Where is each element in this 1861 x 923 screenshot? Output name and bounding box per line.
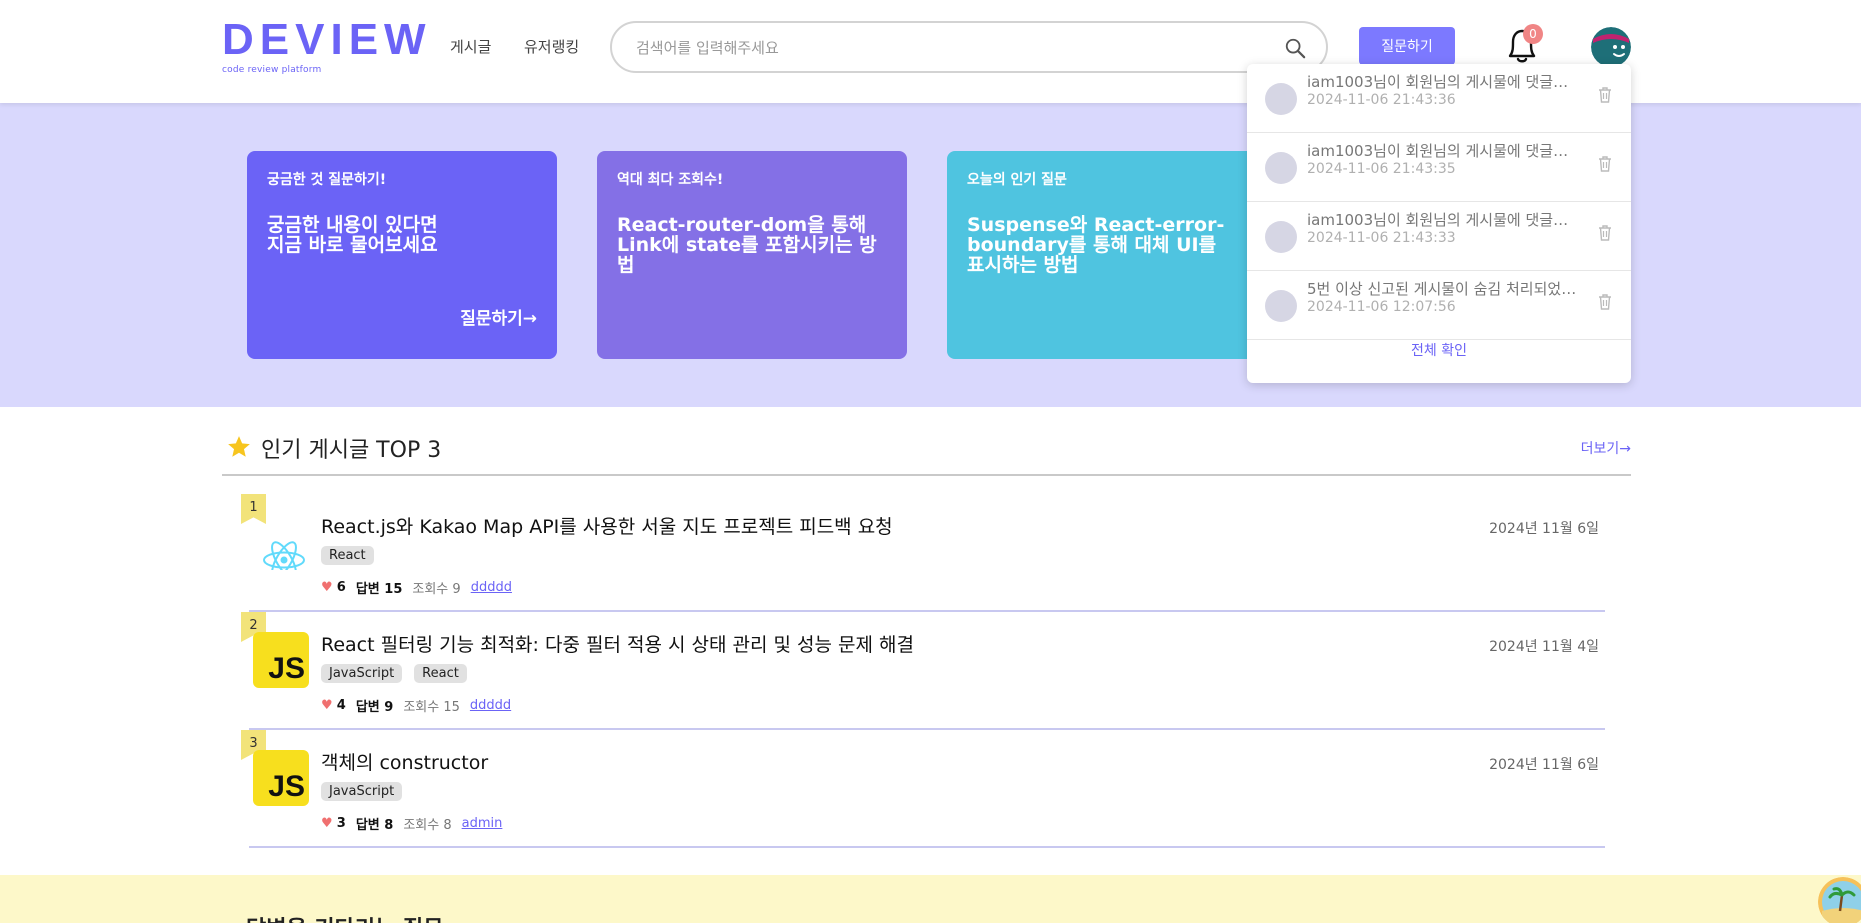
logo[interactable]: DEVIEW code review platform	[222, 15, 432, 76]
javascript-icon: JS	[253, 632, 309, 688]
tag[interactable]: React	[321, 546, 374, 565]
post-title[interactable]: 객체의 constructor	[321, 748, 488, 775]
notification-time: 2024-11-06 21:43:35	[1307, 161, 1456, 177]
notification-time: 2024-11-06 21:43:36	[1307, 92, 1456, 108]
javascript-icon-label: JS	[268, 770, 305, 803]
trash-icon[interactable]	[1597, 155, 1613, 173]
view-all-notifications-link[interactable]: 전체 확인	[1247, 340, 1631, 360]
hero-card-kicker: 역대 최다 조회수!	[617, 172, 724, 188]
post-date: 2024년 11월 6일	[1489, 521, 1599, 537]
author-link[interactable]: ddddd	[470, 698, 511, 713]
notification-item[interactable]: iam1003님이 회원님의 게시물에 댓글을 남겼습니다 2024-11-06…	[1247, 202, 1631, 271]
trash-icon[interactable]	[1597, 293, 1613, 311]
notification-text: iam1003님이 회원님의 게시물에 댓글을 남겼습니다	[1307, 211, 1579, 229]
nav-user-ranking[interactable]: 유저랭킹	[524, 36, 579, 57]
logo-tagline: code review platform	[222, 65, 322, 75]
trash-icon[interactable]	[1597, 86, 1613, 104]
post-title[interactable]: React 필터링 기능 최적화: 다중 필터 적용 시 상태 관리 및 성능 …	[321, 630, 914, 657]
heart-icon: ♥	[321, 816, 333, 831]
view-count: 조회수 9	[412, 582, 461, 597]
popular-section-title: 인기 게시글 TOP 3	[261, 438, 442, 463]
notification-avatar	[1265, 221, 1297, 253]
avatar[interactable]	[1591, 27, 1631, 67]
search-icon[interactable]	[1284, 37, 1306, 59]
notification-avatar	[1265, 290, 1297, 322]
hero-card-ask[interactable]: 궁금한 것 질문하기! 궁금한 내용이 있다면 지금 바로 물어보세요 질문하기…	[247, 151, 557, 359]
post-meta: ♥ 4 답변 9 조회수 15 ddddd	[321, 696, 511, 715]
react-icon	[263, 541, 305, 570]
popular-post-1[interactable]: 1 React.js와 Kakao Map API를 사용한 서울 지도 프로젝…	[241, 494, 1605, 612]
post-date: 2024년 11월 4일	[1489, 639, 1599, 655]
author-link[interactable]: ddddd	[471, 580, 512, 595]
notification-text: iam1003님이 회원님의 게시물에 댓글을 남겼습니다	[1307, 142, 1579, 160]
hero-card-most-viewed[interactable]: 역대 최다 조회수! React-router-dom을 통해 Link에 st…	[597, 151, 907, 359]
hero-card-popular-today[interactable]: 오늘의 인기 질문 Suspense와 React-error-boundary…	[947, 151, 1257, 359]
star-icon	[228, 436, 250, 457]
waiting-questions-title: 답변을 기다리는 질문	[246, 911, 443, 923]
notification-avatar	[1265, 83, 1297, 115]
hero-card-title: Suspense와 React-error-boundary를 통해 대체 UI…	[967, 214, 1225, 276]
post-meta: ♥ 3 답변 8 조회수 8 admin	[321, 814, 502, 833]
tag-list: JavaScript React	[321, 664, 467, 683]
search-input[interactable]	[636, 36, 1256, 60]
tag[interactable]: JavaScript	[321, 782, 403, 801]
waiting-questions-section: 답변을 기다리는 질문	[0, 875, 1861, 923]
answer-count: 답변 8	[355, 818, 394, 833]
popular-section-header: 인기 게시글 TOP 3 더보기→	[222, 432, 1631, 476]
tag-list: React	[321, 546, 374, 565]
hero-card-cta[interactable]: 질문하기→	[460, 304, 537, 329]
author-link[interactable]: admin	[462, 816, 503, 831]
more-link[interactable]: 더보기→	[1581, 438, 1631, 458]
heart-icon: ♥	[321, 698, 333, 713]
notification-time: 2024-11-06 12:07:56	[1307, 299, 1456, 315]
notification-dropdown: iam1003님이 회원님의 게시물에 댓글을 남겼습니다 2024-11-06…	[1247, 64, 1631, 383]
notification-item[interactable]: 5번 이상 신고된 게시물이 숨김 처리되었습니다 2024-11-06 12:…	[1247, 271, 1631, 340]
tag[interactable]: React	[414, 664, 467, 683]
post-date: 2024년 11월 6일	[1489, 757, 1599, 773]
answer-count: 답변 15	[355, 582, 403, 597]
hero-card-kicker: 궁금한 것 질문하기!	[267, 172, 387, 188]
like-count: 3	[336, 816, 346, 831]
answer-count: 답변 9	[355, 700, 394, 715]
notification-item[interactable]: iam1003님이 회원님의 게시물에 댓글을 남겼습니다 2024-11-06…	[1247, 133, 1631, 202]
javascript-icon-label: JS	[268, 652, 305, 685]
search-bar	[610, 21, 1328, 73]
post-meta: ♥ 6 답변 15 조회수 9 ddddd	[321, 578, 512, 597]
view-count: 조회수 15	[403, 700, 460, 715]
hero-card-title: 궁금한 내용이 있다면 지금 바로 물어보세요	[267, 214, 438, 256]
tag-list: JavaScript	[321, 782, 403, 801]
notification-text: iam1003님이 회원님의 게시물에 댓글을 남겼습니다	[1307, 73, 1579, 91]
hero-card-title: React-router-dom을 통해 Link에 state를 포함시키는 …	[617, 214, 877, 276]
notification-text: 5번 이상 신고된 게시물이 숨김 처리되었습니다	[1307, 280, 1579, 298]
view-count: 조회수 8	[403, 818, 452, 833]
notification-time: 2024-11-06 21:43:33	[1307, 230, 1456, 246]
tag[interactable]: JavaScript	[321, 664, 403, 683]
chatbot-icon[interactable]	[1818, 877, 1861, 923]
hero-card-kicker: 오늘의 인기 질문	[967, 172, 1067, 188]
heart-icon: ♥	[321, 580, 333, 595]
logo-wordmark: DEVIEW	[222, 15, 432, 64]
notification-avatar	[1265, 152, 1297, 184]
notification-count-badge: 0	[1523, 24, 1543, 44]
trash-icon[interactable]	[1597, 224, 1613, 242]
javascript-icon: JS	[253, 750, 309, 806]
post-title[interactable]: React.js와 Kakao Map API를 사용한 서울 지도 프로젝트 …	[321, 512, 893, 539]
notification-item[interactable]: iam1003님이 회원님의 게시물에 댓글을 남겼습니다 2024-11-06…	[1247, 64, 1631, 133]
like-count: 6	[336, 580, 346, 595]
like-count: 4	[336, 698, 346, 713]
ask-question-button[interactable]: 질문하기	[1359, 27, 1455, 65]
nav-posts[interactable]: 게시글	[450, 36, 491, 57]
popular-post-3[interactable]: 3 JS 객체의 constructor 2024년 11월 6일 JavaSc…	[241, 730, 1605, 848]
popular-post-2[interactable]: 2 JS React 필터링 기능 최적화: 다중 필터 적용 시 상태 관리 …	[241, 612, 1605, 730]
